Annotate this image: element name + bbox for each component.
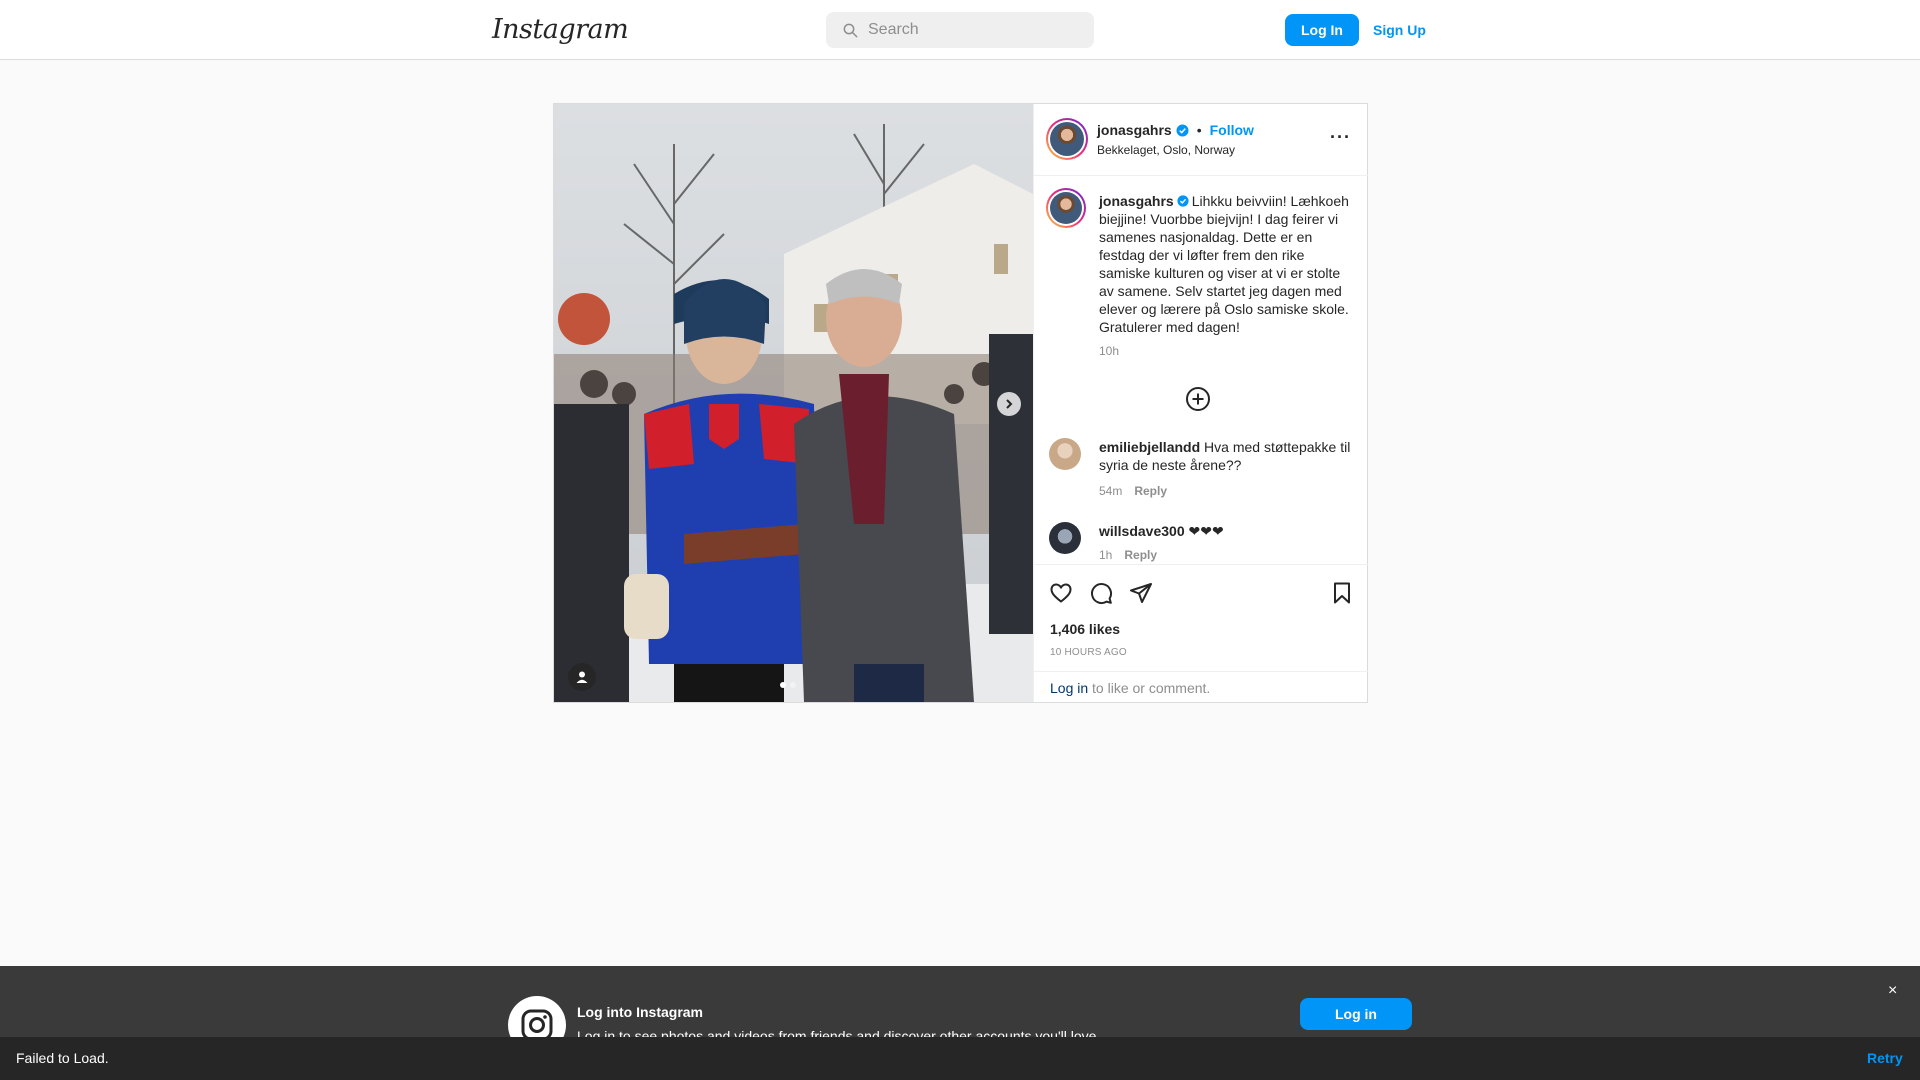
verified-badge-icon (1176, 123, 1189, 137)
banner-login-button[interactable]: Log in (1300, 998, 1412, 1030)
post-caption: jonasgahrs Lihkku beivviin! Læhkoeh biejj… (1099, 192, 1351, 360)
post-photo[interactable] (554, 104, 1033, 702)
post-location[interactable]: Bekkelaget, Oslo, Norway (1097, 143, 1235, 157)
comment-time[interactable]: 1h (1099, 548, 1112, 562)
toast-message: Failed to Load. (16, 1050, 109, 1066)
reply-button[interactable]: Reply (1124, 548, 1157, 562)
caption-username[interactable]: jonasgahrs (1099, 193, 1174, 209)
follow-button[interactable]: Follow (1210, 122, 1254, 138)
carousel-next-button[interactable] (997, 392, 1021, 416)
verified-badge-icon (1177, 195, 1189, 207)
post-image (554, 104, 1033, 702)
reply-button[interactable]: Reply (1134, 484, 1167, 498)
load-more-comments-icon[interactable] (1185, 386, 1211, 412)
comment-item: emiliebjellandd Hva med støttepakke til … (1049, 438, 1359, 502)
login-button[interactable]: Log In (1285, 14, 1359, 46)
search-icon (843, 23, 858, 38)
caption-avatar[interactable] (1046, 188, 1086, 228)
post-card: jonasgahrs • Follow Bekkelaget, Oslo, No… (553, 103, 1368, 703)
post-time-ago[interactable]: 10 HOURS AGO (1050, 647, 1127, 658)
post-sidebar: jonasgahrs • Follow Bekkelaget, Oslo, No… (1033, 104, 1368, 702)
signup-button[interactable]: Sign Up (1373, 14, 1426, 46)
likes-count[interactable]: 1,406 likes (1050, 621, 1120, 637)
error-toast: Failed to Load. Retry (0, 1037, 1920, 1080)
comments-section[interactable]: jonasgahrs Lihkku beivviin! Læhkoeh biejj… (1034, 176, 1368, 564)
user-icon (576, 671, 588, 683)
search-box[interactable] (826, 12, 1094, 48)
retry-button[interactable]: Retry (1867, 1050, 1903, 1066)
commenter-username[interactable]: emiliebjellandd (1099, 439, 1200, 455)
commenter-avatar[interactable] (1049, 438, 1081, 470)
commenter-avatar[interactable] (1049, 522, 1081, 554)
comment-meta: 1h Reply (1099, 548, 1157, 562)
author-username-row: jonasgahrs • Follow (1097, 122, 1254, 138)
author-username[interactable]: jonasgahrs (1097, 122, 1172, 138)
login-banner: Log into Instagram Log in to see photos … (0, 966, 1920, 1054)
comment-time[interactable]: 54m (1099, 484, 1122, 498)
post-header: jonasgahrs • Follow Bekkelaget, Oslo, No… (1034, 104, 1368, 176)
carousel-dots (780, 682, 796, 688)
banner-title: Log into Instagram (577, 1004, 703, 1020)
caption-text: Lihkku beivviin! Læhkoeh biejjine! Vuorb… (1099, 193, 1349, 335)
bookmark-icon[interactable] (1330, 581, 1354, 605)
comment-body: willsdave300 ❤❤❤ (1099, 522, 1359, 540)
top-nav: Instagram Log In Sign Up (0, 0, 1920, 60)
comment-icon[interactable] (1089, 581, 1113, 605)
comment-item: willsdave300 ❤❤❤ 1h Reply (1049, 522, 1359, 564)
carousel-dot (790, 682, 796, 688)
close-icon[interactable]: × (1888, 982, 1897, 1000)
share-icon[interactable] (1129, 581, 1153, 605)
heart-icon[interactable] (1049, 581, 1073, 605)
commenter-username[interactable]: willsdave300 (1099, 523, 1185, 539)
tagged-users-button[interactable] (568, 663, 596, 691)
comment-meta: 54m Reply (1099, 484, 1167, 498)
carousel-dot-active (780, 682, 786, 688)
chevron-right-icon (1006, 399, 1013, 409)
comment-text: ❤❤❤ (1188, 523, 1224, 539)
caption-time[interactable]: 10h (1099, 342, 1351, 360)
author-avatar[interactable] (1046, 118, 1088, 160)
comment-body: emiliebjellandd Hva med støttepakke til … (1099, 438, 1359, 474)
login-suffix: to like or comment. (1088, 680, 1211, 696)
instagram-logo[interactable]: Instagram (492, 14, 629, 45)
login-link[interactable]: Log in (1050, 680, 1088, 696)
search-input[interactable] (868, 12, 1088, 48)
more-options-icon[interactable]: ··· (1330, 127, 1351, 148)
login-to-comment: Log in to like or comment. (1034, 671, 1368, 702)
separator-dot: • (1196, 122, 1202, 138)
post-actions: 1,406 likes 10 HOURS AGO (1034, 564, 1368, 676)
